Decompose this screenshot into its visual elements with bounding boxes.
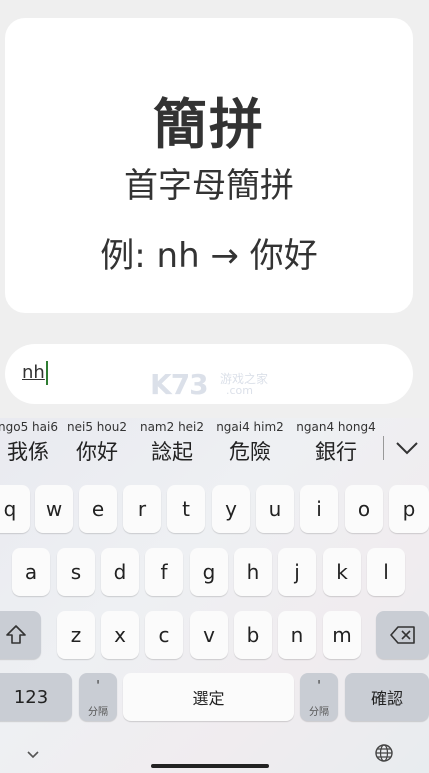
input-text: nh bbox=[22, 362, 45, 383]
key-q[interactable]: q bbox=[0, 485, 30, 533]
info-card: 簡拼 首字母簡拼 例: nh → 你好 bbox=[5, 18, 413, 313]
key-y[interactable]: y bbox=[212, 485, 250, 533]
key-u[interactable]: u bbox=[256, 485, 294, 533]
card-example: 例: nh → 你好 bbox=[100, 236, 318, 276]
key-t[interactable]: t bbox=[167, 485, 205, 533]
chevron-down-small-icon[interactable] bbox=[26, 745, 40, 764]
candidate-pinyin: nam2 hei2 bbox=[139, 420, 205, 434]
key-z[interactable]: z bbox=[57, 611, 95, 659]
candidate-item[interactable]: nam2 hei2 諗起 bbox=[137, 418, 207, 466]
key-i[interactable]: i bbox=[300, 485, 338, 533]
confirm-key[interactable]: 確認 bbox=[345, 673, 429, 721]
key-r[interactable]: r bbox=[123, 485, 161, 533]
key-o[interactable]: o bbox=[345, 485, 383, 533]
candidate-char: 銀行 bbox=[315, 440, 357, 464]
shift-key[interactable] bbox=[0, 611, 41, 659]
backspace-key[interactable] bbox=[376, 611, 429, 659]
key-c[interactable]: c bbox=[145, 611, 183, 659]
key-f[interactable]: f bbox=[145, 548, 183, 596]
candidate-item[interactable]: ngai4 him2 危險 bbox=[212, 418, 288, 466]
candidate-char: 你好 bbox=[76, 440, 118, 464]
candidate-pinyin: ngo5 hai6 bbox=[0, 420, 58, 434]
key-m[interactable]: m bbox=[323, 611, 361, 659]
apostrophe-label: ' bbox=[96, 679, 100, 694]
candidate-item[interactable]: nei5 hou2 你好 bbox=[62, 418, 132, 466]
watermark-com: .com bbox=[226, 384, 253, 397]
candidate-pinyin: ngan4 hong4 bbox=[296, 420, 376, 434]
apostrophe-sublabel: 分隔 bbox=[88, 707, 108, 718]
card-title: 簡拼 bbox=[153, 93, 265, 156]
apostrophe-sublabel: 分隔 bbox=[309, 707, 329, 718]
candidate-pinyin: nei5 hou2 bbox=[67, 420, 127, 434]
candidate-pinyin: ngai4 him2 bbox=[216, 420, 284, 434]
key-k[interactable]: k bbox=[323, 548, 361, 596]
key-e[interactable]: e bbox=[79, 485, 117, 533]
key-p[interactable]: p bbox=[389, 485, 429, 533]
key-x[interactable]: x bbox=[101, 611, 139, 659]
text-caret bbox=[46, 361, 48, 385]
space-key[interactable]: 選定 bbox=[123, 673, 294, 721]
card-subtitle: 首字母簡拼 bbox=[124, 166, 294, 206]
key-w[interactable]: w bbox=[35, 485, 73, 533]
home-indicator[interactable] bbox=[151, 764, 269, 768]
apostrophe-label: ' bbox=[317, 679, 321, 694]
numbers-key[interactable]: 123 bbox=[0, 673, 72, 721]
key-n[interactable]: n bbox=[278, 611, 316, 659]
key-g[interactable]: g bbox=[190, 548, 228, 596]
chevron-down-icon[interactable] bbox=[393, 436, 421, 460]
candidate-char: 我係 bbox=[7, 440, 49, 464]
key-d[interactable]: d bbox=[101, 548, 139, 596]
candidate-item[interactable]: ngo5 hai6 我係 bbox=[0, 418, 64, 466]
key-j[interactable]: j bbox=[278, 548, 316, 596]
globe-icon[interactable] bbox=[374, 743, 394, 767]
key-b[interactable]: b bbox=[234, 611, 272, 659]
candidate-bar: ngo5 hai6 我係 nei5 hou2 你好 nam2 hei2 諗起 n… bbox=[0, 418, 429, 476]
candidate-item[interactable]: ngan4 hong4 銀行 bbox=[294, 418, 378, 466]
candidate-char: 諗起 bbox=[151, 440, 193, 464]
key-l[interactable]: l bbox=[367, 548, 405, 596]
shift-icon bbox=[5, 625, 26, 644]
key-a[interactable]: a bbox=[12, 548, 50, 596]
apostrophe-key-right[interactable]: ' 分隔 bbox=[300, 673, 338, 721]
backspace-icon bbox=[389, 626, 415, 644]
key-v[interactable]: v bbox=[190, 611, 228, 659]
watermark-logo: K73 游戏之家 .com bbox=[150, 368, 280, 402]
key-s[interactable]: s bbox=[57, 548, 95, 596]
candidate-char: 危險 bbox=[229, 440, 271, 464]
apostrophe-key[interactable]: ' 分隔 bbox=[79, 673, 117, 721]
key-h[interactable]: h bbox=[234, 548, 272, 596]
candidate-divider bbox=[383, 436, 384, 460]
watermark-k73: K73 bbox=[150, 368, 209, 401]
